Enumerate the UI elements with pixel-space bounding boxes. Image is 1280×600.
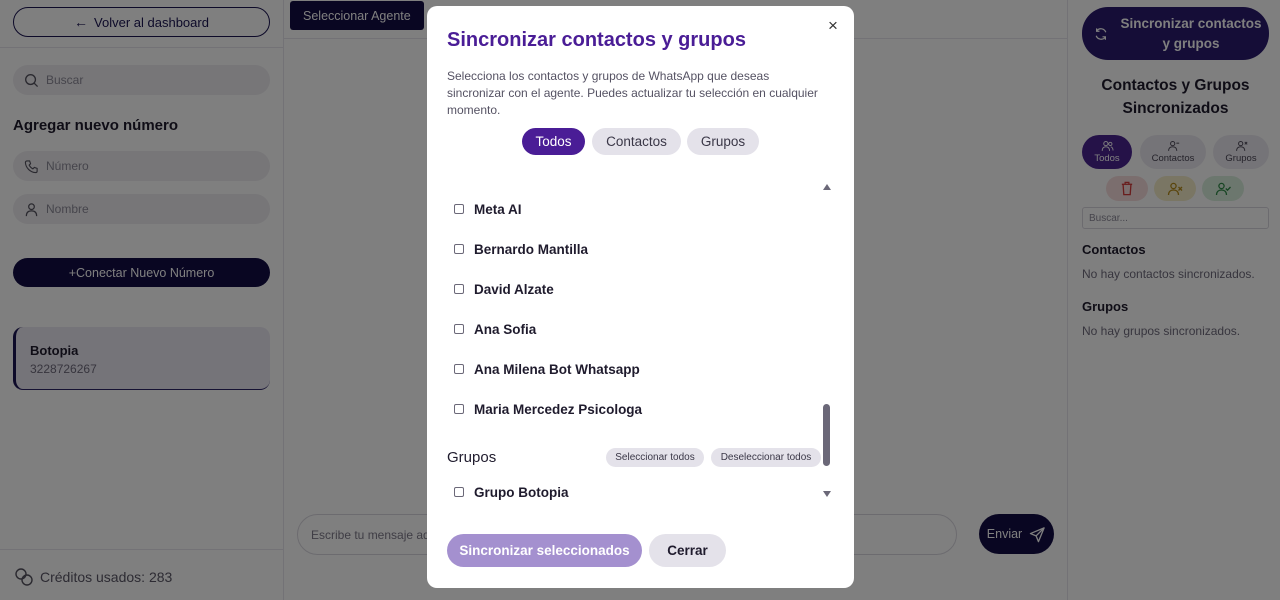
- contact-name: Meta AI: [474, 201, 522, 217]
- deselect-all-button[interactable]: Deseleccionar todos: [711, 448, 821, 467]
- list-item[interactable]: David Alzate: [447, 278, 554, 300]
- modal-tab-todos[interactable]: Todos: [522, 128, 585, 155]
- list-item[interactable]: Grupo Botopia: [447, 481, 569, 503]
- groups-section-header: Grupos Seleccionar todos Deseleccionar t…: [447, 446, 822, 468]
- contact-name: Ana Milena Bot Whatsapp: [474, 361, 640, 377]
- contact-name: Maria Mercedez Psicologa: [474, 401, 643, 417]
- modal-tab-contactos[interactable]: Contactos: [592, 128, 681, 155]
- modal-description: Selecciona los contactos y grupos de Wha…: [447, 69, 818, 117]
- checkbox[interactable]: [454, 204, 464, 214]
- contact-name: Bernardo Mantilla: [474, 241, 589, 257]
- close-icon[interactable]: ×: [825, 16, 841, 36]
- modal-tab-grupos[interactable]: Grupos: [687, 128, 759, 155]
- contact-name: David Alzate: [474, 281, 554, 297]
- checkbox[interactable]: [454, 404, 464, 414]
- scrollbar-thumb[interactable]: [823, 404, 830, 466]
- list-item[interactable]: Ana Sofia: [447, 318, 536, 340]
- select-all-button[interactable]: Seleccionar todos: [606, 448, 704, 467]
- sync-modal: × Sincronizar contactos y grupos Selecci…: [427, 6, 854, 588]
- scroll-up-arrow-icon[interactable]: [822, 182, 832, 192]
- list-item[interactable]: Meta AI: [447, 198, 522, 220]
- checkbox[interactable]: [454, 364, 464, 374]
- list-item[interactable]: Ana Milena Bot Whatsapp: [447, 358, 640, 380]
- modal-title: Sincronizar contactos y grupos: [447, 29, 746, 51]
- sync-selected-button[interactable]: Sincronizar seleccionados: [447, 534, 642, 567]
- checkbox[interactable]: [454, 284, 464, 294]
- groups-section-title: Grupos: [447, 448, 497, 466]
- list-item[interactable]: Maria Mercedez Psicologa: [447, 398, 642, 420]
- list-item[interactable]: Bernardo Mantilla: [447, 238, 588, 260]
- selection-list[interactable]: Meta AI Bernardo Mantilla David Alzate A…: [447, 178, 834, 504]
- checkbox[interactable]: [454, 244, 464, 254]
- group-name: Grupo Botopia: [474, 484, 569, 500]
- checkbox[interactable]: [454, 487, 464, 497]
- close-button[interactable]: Cerrar: [649, 534, 726, 567]
- checkbox[interactable]: [454, 324, 464, 334]
- scroll-down-arrow-icon[interactable]: [822, 489, 832, 499]
- contact-name: Ana Sofia: [474, 321, 537, 337]
